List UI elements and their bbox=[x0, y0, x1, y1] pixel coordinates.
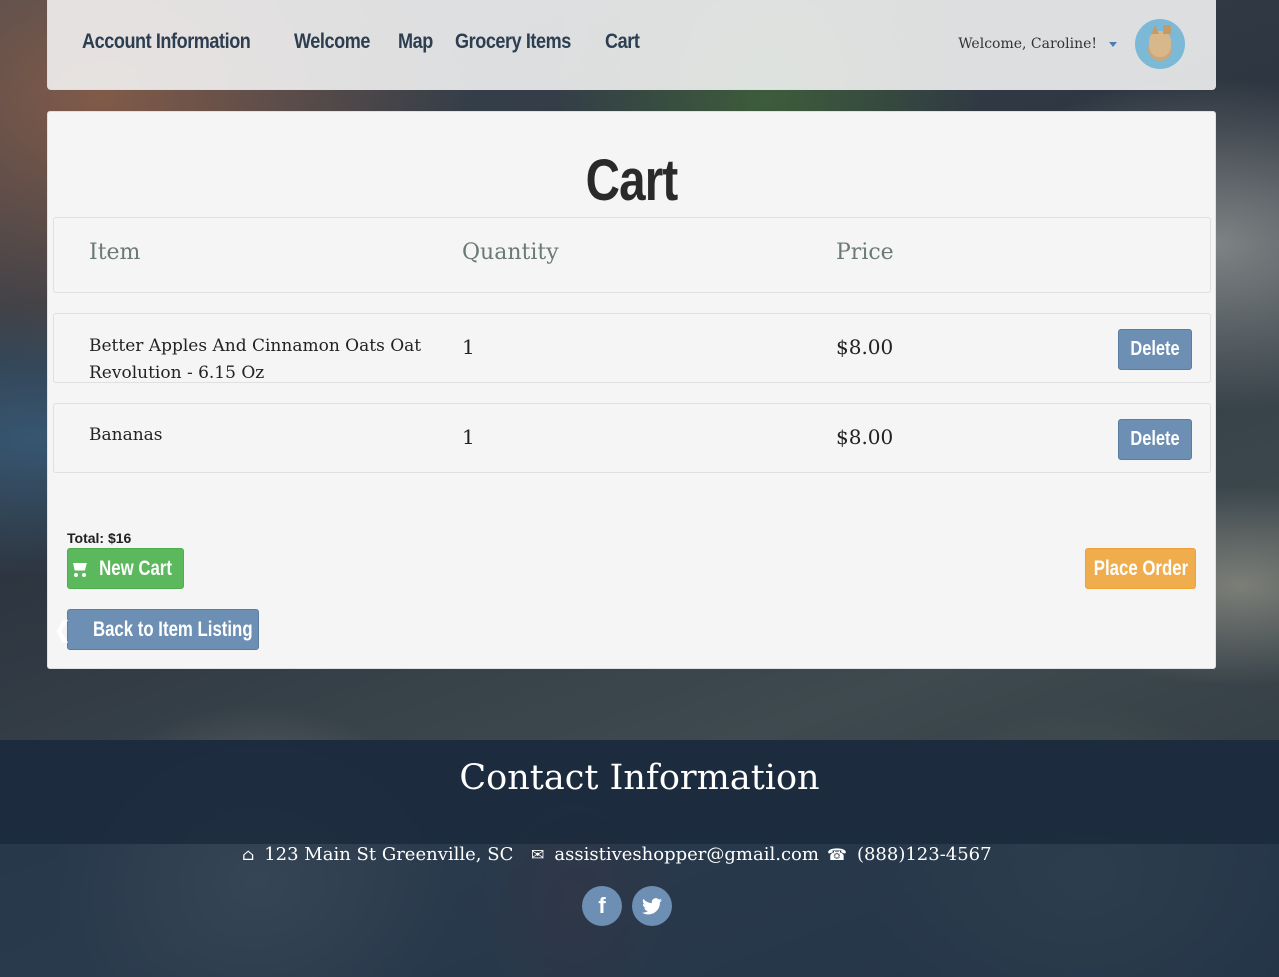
new-cart-label: New Cart bbox=[99, 556, 172, 580]
social-links: f bbox=[582, 886, 672, 926]
footer-title-band: Contact Information bbox=[0, 740, 1279, 844]
back-to-item-listing-button[interactable]: ❮ Back to Item Listing bbox=[54, 609, 259, 650]
email-text[interactable]: assistiveshopper@gmail.com bbox=[554, 844, 819, 865]
item-quantity: 1 bbox=[462, 335, 475, 359]
back-label: Back to Item Listing bbox=[93, 617, 254, 641]
delete-button[interactable]: Delete bbox=[1118, 329, 1192, 370]
table-row: Bananas 1 $8.00 Delete bbox=[53, 403, 1211, 473]
phone-icon: ☎ bbox=[827, 845, 847, 864]
welcome-text[interactable]: Welcome, Caroline! bbox=[958, 36, 1097, 52]
footer-title: Contact Information bbox=[459, 758, 820, 798]
item-quantity: 1 bbox=[462, 425, 475, 449]
contact-address: ⌂ 123 Main St Greenville, SC bbox=[242, 844, 513, 865]
nav-welcome[interactable]: Welcome bbox=[294, 30, 370, 54]
footer-contact: ⌂ 123 Main St Greenville, SC ✉ assistive… bbox=[0, 844, 1279, 977]
nav-cart[interactable]: Cart bbox=[605, 30, 640, 54]
chevron-left-icon: ❮ bbox=[53, 616, 71, 642]
place-order-button[interactable]: Place Order bbox=[1085, 548, 1196, 589]
cart-total: Total: $16 bbox=[67, 530, 132, 546]
table-row: Better Apples And Cinnamon Oats Oat Revo… bbox=[53, 313, 1211, 383]
envelope-icon: ✉ bbox=[531, 845, 545, 864]
item-name: Bananas bbox=[89, 425, 163, 445]
delete-button-label: Delete bbox=[1130, 428, 1180, 450]
table-header: Item Quantity Price bbox=[53, 217, 1211, 293]
contact-email[interactable]: ✉ assistiveshopper@gmail.com bbox=[531, 844, 819, 865]
nav-grocery-items[interactable]: Grocery Items bbox=[455, 30, 571, 54]
nav-account-information[interactable]: Account Information bbox=[82, 30, 251, 54]
item-name: Better Apples And Cinnamon Oats Oat Revo… bbox=[89, 336, 422, 383]
item-price: $8.00 bbox=[836, 425, 894, 449]
item-price: $8.00 bbox=[836, 335, 894, 359]
new-cart-button[interactable]: New Cart bbox=[67, 548, 184, 589]
page-title: Cart bbox=[585, 148, 679, 213]
column-header-price: Price bbox=[836, 240, 894, 265]
nav-links: Account Information Welcome Map Grocery … bbox=[82, 30, 640, 54]
cart-panel: Cart Item Quantity Price Better Apples A… bbox=[47, 111, 1216, 669]
delete-button[interactable]: Delete bbox=[1118, 419, 1192, 460]
chevron-down-icon[interactable] bbox=[1109, 41, 1117, 47]
place-order-label: Place Order bbox=[1093, 556, 1188, 580]
phone-text: (888)123-4567 bbox=[856, 844, 992, 865]
nav-map[interactable]: Map bbox=[398, 30, 433, 54]
delete-button-label: Delete bbox=[1130, 338, 1180, 360]
user-menu[interactable]: Welcome, Caroline! bbox=[958, 19, 1185, 69]
avatar[interactable] bbox=[1135, 19, 1185, 69]
column-header-item: Item bbox=[89, 240, 141, 265]
top-navbar: Account Information Welcome Map Grocery … bbox=[47, 0, 1216, 90]
home-icon: ⌂ bbox=[242, 845, 255, 864]
address-text: 123 Main St Greenville, SC bbox=[264, 844, 514, 865]
twitter-icon[interactable] bbox=[632, 886, 672, 926]
column-header-quantity: Quantity bbox=[462, 240, 559, 265]
facebook-icon[interactable]: f bbox=[582, 886, 622, 926]
shopping-cart-icon bbox=[70, 561, 88, 577]
contact-phone: ☎ (888)123-4567 bbox=[827, 844, 992, 865]
